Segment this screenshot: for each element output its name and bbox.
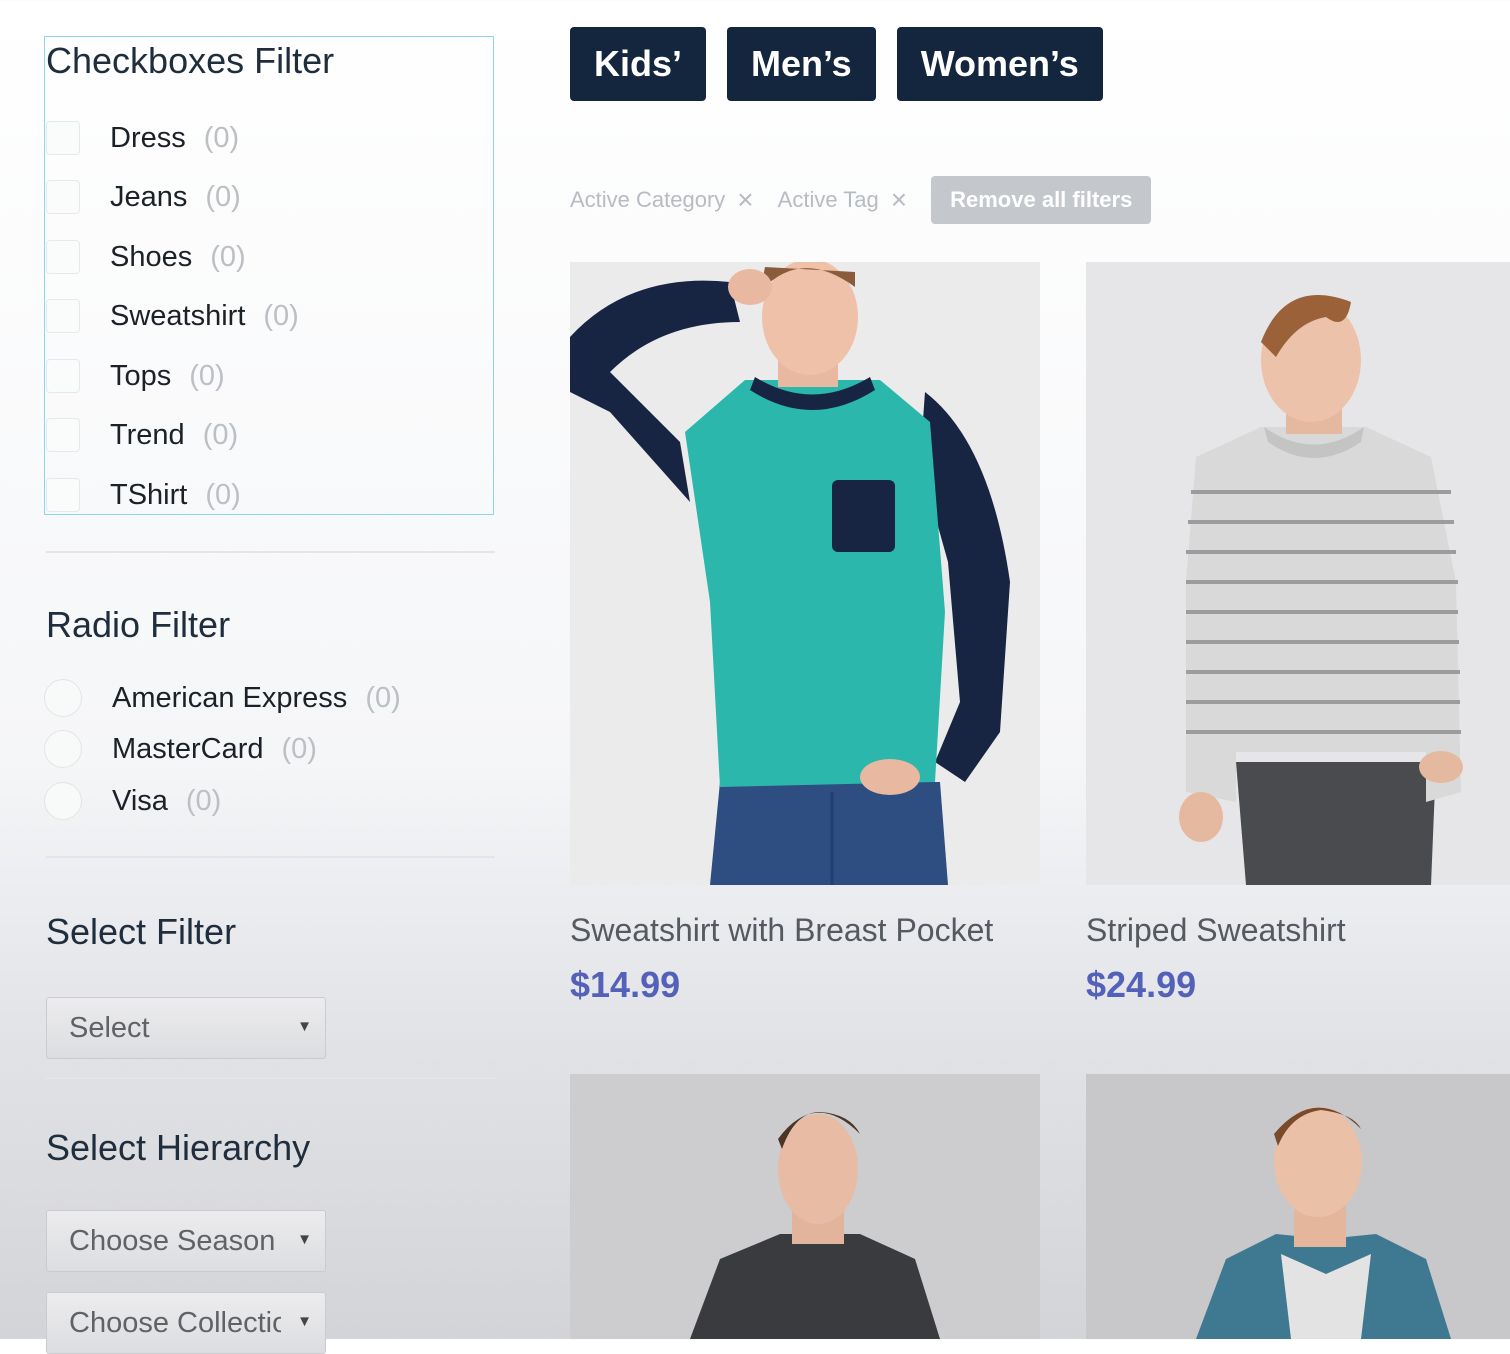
radio-button[interactable] bbox=[44, 782, 82, 820]
tab-womens[interactable]: Women’s bbox=[896, 27, 1103, 101]
checkbox-option-shoes[interactable]: Shoes (0) bbox=[46, 237, 246, 277]
product-image[interactable] bbox=[570, 262, 1040, 885]
caret-down-icon: ▼ bbox=[297, 1231, 312, 1248]
option-label: Jeans bbox=[110, 180, 188, 213]
option-count: (0) bbox=[281, 732, 317, 765]
option-label: Dress bbox=[110, 121, 186, 154]
checkbox[interactable] bbox=[46, 478, 80, 512]
option-count: (0) bbox=[365, 681, 401, 714]
radio-option-mastercard[interactable]: MasterCard (0) bbox=[44, 729, 317, 769]
sweatshirt-model-illustration bbox=[570, 262, 1040, 885]
option-count: (0) bbox=[205, 180, 241, 213]
option-count: (0) bbox=[185, 784, 222, 817]
option-label: TShirt bbox=[110, 478, 188, 511]
option-label: Sweatshirt bbox=[110, 299, 246, 332]
active-category-chip[interactable]: Active Category × bbox=[570, 184, 754, 216]
checkbox[interactable] bbox=[46, 359, 80, 393]
remove-all-filters-button[interactable]: Remove all filters bbox=[931, 176, 1152, 224]
gender-tabs: Kids’ Men’s Women’s bbox=[570, 27, 1124, 101]
option-label: Tops bbox=[110, 359, 172, 392]
collection-dropdown[interactable]: Choose Collection ▼ bbox=[46, 1292, 326, 1354]
radio-option-visa[interactable]: Visa (0) bbox=[44, 781, 222, 821]
product-price: $14.99 bbox=[570, 964, 681, 1005]
checkbox[interactable] bbox=[46, 121, 80, 155]
season-dropdown[interactable]: Choose Season ▼ bbox=[46, 1210, 326, 1272]
tab-kids[interactable]: Kids’ bbox=[570, 27, 707, 101]
close-icon[interactable]: × bbox=[891, 184, 907, 216]
active-tag-chip[interactable]: Active Tag × bbox=[778, 184, 907, 216]
product-image[interactable] bbox=[570, 1074, 1040, 1339]
select-hierarchy-title: Select Hierarchy bbox=[46, 1127, 311, 1168]
radio-filter-title: Radio Filter bbox=[46, 604, 231, 645]
option-count: (0) bbox=[263, 299, 299, 332]
checkbox[interactable] bbox=[46, 418, 80, 452]
checkbox[interactable] bbox=[46, 299, 80, 333]
option-label: Visa bbox=[112, 784, 168, 817]
close-icon[interactable]: × bbox=[737, 184, 753, 216]
option-label: MasterCard bbox=[112, 732, 264, 765]
checkbox[interactable] bbox=[46, 240, 80, 274]
product-name[interactable]: Sweatshirt with Breast Pocket bbox=[570, 912, 993, 949]
section-divider bbox=[46, 1077, 495, 1079]
select-value: Choose Season bbox=[69, 1224, 276, 1257]
option-count: (0) bbox=[189, 359, 225, 392]
caret-down-icon: ▼ bbox=[297, 1018, 312, 1035]
tab-mens[interactable]: Men’s bbox=[727, 27, 876, 101]
striped-sweater-model-illustration bbox=[1086, 262, 1510, 885]
checkbox-option-tops[interactable]: Tops (0) bbox=[46, 356, 225, 396]
caret-down-icon: ▼ bbox=[297, 1313, 312, 1330]
checkbox-option-jeans[interactable]: Jeans (0) bbox=[46, 177, 241, 217]
option-count: (0) bbox=[210, 240, 246, 273]
option-count: (0) bbox=[205, 478, 241, 511]
option-label: Trend bbox=[110, 418, 185, 451]
checkbox[interactable] bbox=[46, 180, 80, 214]
select-value: Select bbox=[69, 1011, 150, 1044]
section-divider bbox=[46, 856, 495, 858]
product-image[interactable] bbox=[1086, 1074, 1510, 1339]
select-value: Choose Collection bbox=[69, 1306, 281, 1339]
checkbox-filter-title: Checkboxes Filter bbox=[46, 40, 335, 81]
checkbox-option-sweatshirt[interactable]: Sweatshirt (0) bbox=[46, 296, 299, 336]
option-label: Shoes bbox=[110, 240, 193, 273]
product-image[interactable] bbox=[1086, 262, 1510, 885]
option-count: (0) bbox=[203, 121, 240, 154]
option-label: American Express bbox=[112, 681, 348, 714]
checkbox-option-tshirt[interactable]: TShirt (0) bbox=[46, 475, 241, 515]
hoodie-model-illustration bbox=[570, 1074, 1040, 1339]
product-name[interactable]: Striped Sweatshirt bbox=[1086, 912, 1346, 949]
filter-sidebar: Checkboxes Filter Dress (0) Jeans (0) Sh… bbox=[0, 0, 520, 1354]
select-filter-title: Select Filter bbox=[46, 911, 237, 952]
option-count: (0) bbox=[202, 418, 239, 451]
radio-button[interactable] bbox=[44, 679, 82, 717]
checkbox-option-trend[interactable]: Trend (0) bbox=[46, 415, 238, 455]
chip-label: Active Tag bbox=[777, 187, 879, 212]
chip-label: Active Category bbox=[570, 187, 726, 212]
jacket-model-illustration bbox=[1086, 1074, 1510, 1339]
radio-button[interactable] bbox=[44, 730, 82, 768]
section-divider bbox=[46, 551, 495, 553]
select-filter-dropdown[interactable]: Select ▼ bbox=[46, 997, 326, 1059]
checkbox-option-dress[interactable]: Dress (0) bbox=[46, 118, 239, 158]
active-filters-bar: Active Category × Active Tag × Remove al… bbox=[570, 176, 1152, 224]
radio-option-american-express[interactable]: American Express (0) bbox=[44, 678, 401, 718]
product-price: $24.99 bbox=[1086, 964, 1197, 1005]
